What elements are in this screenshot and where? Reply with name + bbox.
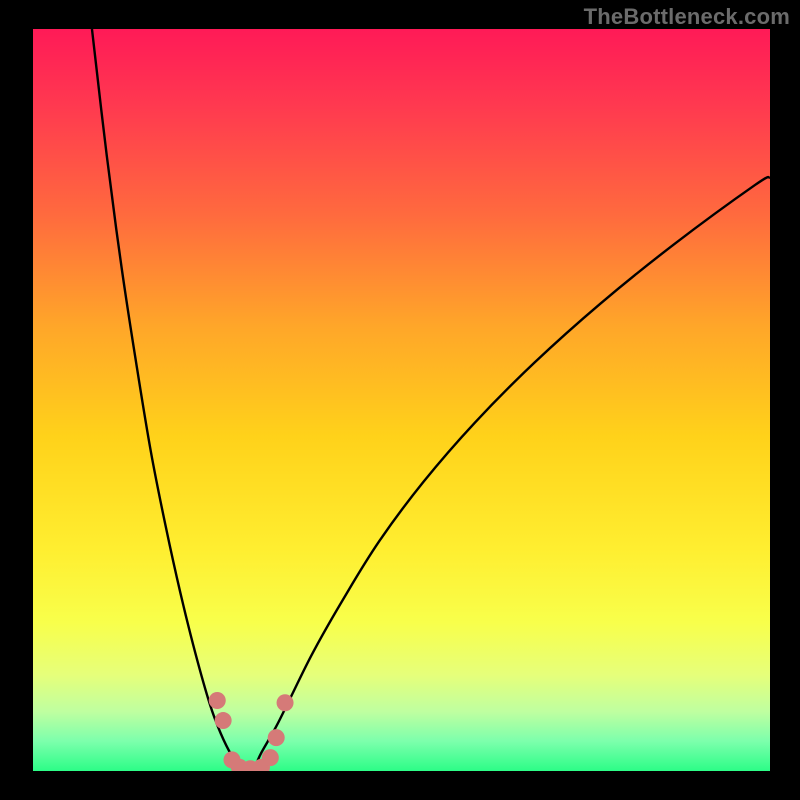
plot-background [33,29,770,771]
marker-point [215,712,232,729]
chart-frame: { "watermark": "TheBottleneck.com", "col… [0,0,800,800]
marker-point [268,729,285,746]
marker-point [262,749,279,766]
chart-svg [0,0,800,800]
marker-point [209,692,226,709]
marker-point [277,694,294,711]
watermark-text: TheBottleneck.com [584,4,790,30]
